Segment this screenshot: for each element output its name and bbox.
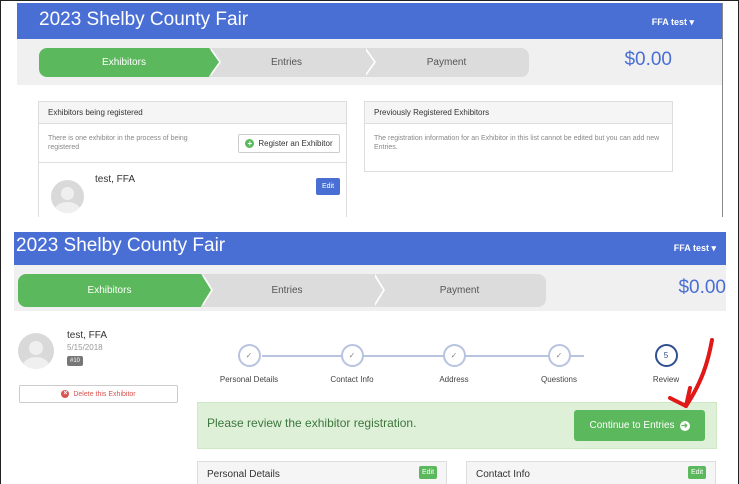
step-entries[interactable]: Entries bbox=[201, 274, 385, 307]
cart-total: $0.00 bbox=[678, 277, 726, 298]
exhibitor-date: 5/15/2018 bbox=[67, 343, 103, 352]
app-title[interactable]: 2023 Shelby County Fair bbox=[39, 9, 248, 31]
panel-description: The registration information for an Exhi… bbox=[374, 135, 660, 151]
check-icon: ✓ bbox=[237, 344, 261, 367]
panel-title: Exhibitors being registered bbox=[39, 102, 346, 124]
personal-details-section: Personal Details Edit bbox=[197, 461, 447, 484]
annotation-arrow-icon bbox=[668, 338, 714, 408]
section-title: Personal Details bbox=[207, 469, 280, 480]
edit-exhibitor-button[interactable]: Edit bbox=[316, 178, 340, 195]
section-title: Contact Info bbox=[476, 469, 530, 480]
wizard-step-address[interactable]: ✓ Address bbox=[414, 344, 494, 384]
check-icon: ✓ bbox=[442, 344, 466, 367]
progress-bar: Exhibitors Entries Payment $0.00 bbox=[17, 39, 722, 85]
step-exhibitors[interactable]: Exhibitors bbox=[18, 274, 213, 307]
exhibitor-id-badge: #10 bbox=[67, 356, 84, 366]
edit-contact-info-button[interactable]: Edit bbox=[688, 466, 706, 479]
step-payment[interactable]: Payment bbox=[364, 48, 529, 77]
step-exhibitors[interactable]: Exhibitors bbox=[39, 48, 221, 77]
arrow-right-circle-icon: ➜ bbox=[679, 420, 690, 431]
panel-description: There is one exhibitor in the process of… bbox=[48, 135, 188, 151]
avatar bbox=[18, 333, 54, 369]
step-entries[interactable]: Entries bbox=[209, 48, 376, 77]
review-alert: Please review the exhibitor registration… bbox=[197, 402, 717, 449]
delete-exhibitor-button[interactable]: × Delete this Exhibitor bbox=[19, 385, 178, 403]
app-title[interactable]: 2023 Shelby County Fair bbox=[16, 235, 225, 257]
wizard-step-personal-details[interactable]: ✓ Personal Details bbox=[209, 344, 289, 384]
wizard-step-questions[interactable]: ✓ Questions bbox=[519, 344, 599, 384]
exhibitor-name: test, FFA bbox=[67, 330, 108, 341]
step-payment[interactable]: Payment bbox=[373, 274, 546, 307]
contact-info-section: Contact Info Edit bbox=[466, 461, 716, 484]
edit-personal-details-button[interactable]: Edit bbox=[419, 466, 437, 479]
remove-circle-icon: × bbox=[61, 390, 70, 398]
exhibitors-list-screen: 2023 Shelby County Fair FFA test ▾ Exhib… bbox=[17, 3, 723, 217]
check-icon: ✓ bbox=[340, 344, 364, 367]
panel-title: Previously Registered Exhibitors bbox=[365, 102, 672, 124]
screenshot-frame: 2023 Shelby County Fair FFA test ▾ Exhib… bbox=[0, 0, 739, 484]
avatar bbox=[51, 180, 84, 213]
user-menu[interactable]: FFA test ▾ bbox=[652, 17, 694, 28]
progress-bar: Exhibitors Entries Payment $0.00 bbox=[14, 265, 726, 311]
cart-total: $0.00 bbox=[624, 49, 672, 70]
user-menu[interactable]: FFA test ▾ bbox=[674, 243, 716, 254]
navbar: 2023 Shelby County Fair FFA test ▾ bbox=[17, 3, 722, 39]
review-message: Please review the exhibitor registration… bbox=[207, 416, 417, 430]
previously-registered-panel: Previously Registered Exhibitors The reg… bbox=[364, 101, 673, 172]
navbar: 2023 Shelby County Fair FFA test ▾ bbox=[14, 232, 726, 265]
wizard-step-contact-info[interactable]: ✓ Contact Info bbox=[312, 344, 392, 384]
exhibitor-review-screen: 2023 Shelby County Fair FFA test ▾ Exhib… bbox=[14, 232, 726, 484]
check-icon: ✓ bbox=[547, 344, 571, 367]
plus-circle-icon: + bbox=[245, 139, 255, 148]
exhibitor-name: test, FFA bbox=[95, 174, 136, 185]
exhibitors-being-registered-panel: Exhibitors being registered There is one… bbox=[38, 101, 347, 217]
register-exhibitor-button[interactable]: + Register an Exhibitor bbox=[238, 134, 340, 153]
divider bbox=[39, 162, 346, 163]
